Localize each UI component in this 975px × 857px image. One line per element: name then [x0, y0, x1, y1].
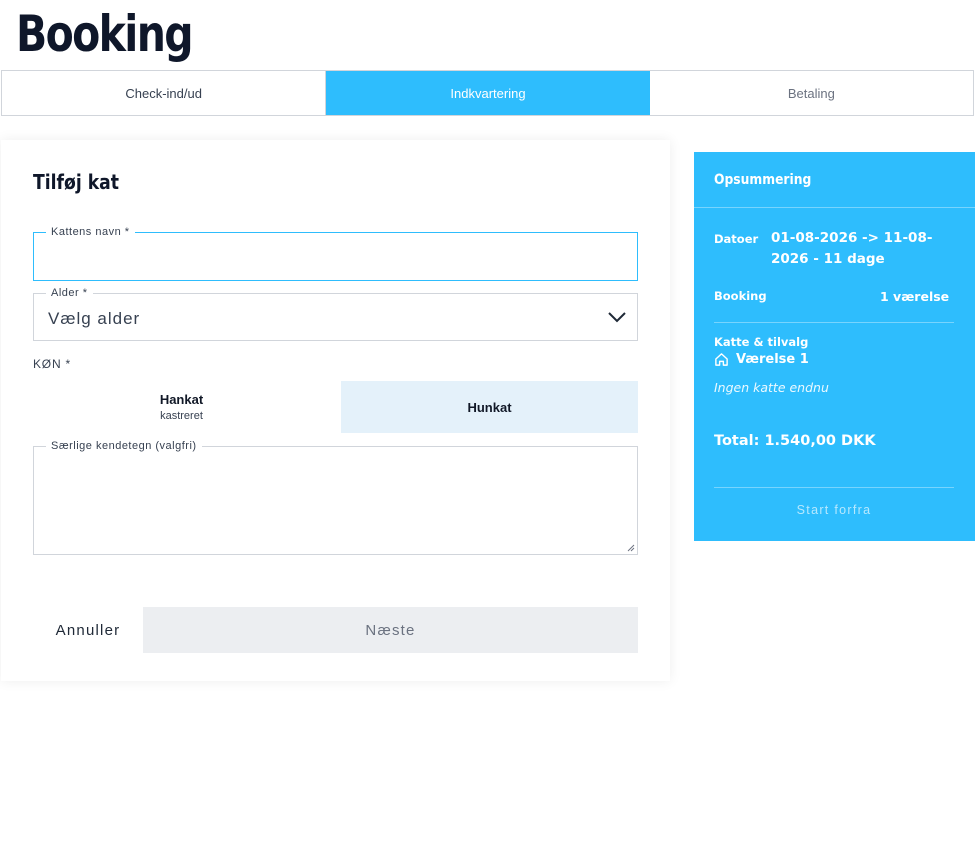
age-label: Alder * [46, 287, 93, 300]
cat-name-label: Kattens navn * [46, 226, 135, 239]
cat-name-input[interactable] [34, 233, 637, 280]
age-select-value: Vælg alder [48, 309, 141, 328]
summary-header: Opsummering [694, 152, 975, 208]
summary-divider [714, 487, 954, 488]
room-line: Værelse 1 [714, 352, 809, 367]
gender-option-female[interactable]: Hunkat [341, 381, 638, 433]
summary-divider [714, 322, 954, 323]
gender-female-title: Hunkat [467, 399, 512, 415]
features-textarea[interactable] [34, 447, 637, 554]
summary-title: Opsummering [714, 172, 812, 188]
restart-button[interactable]: Start forfra [714, 497, 954, 523]
dates-value: 01-08-2026 -> 11-08-2026 - 11 dage [771, 230, 933, 267]
step-check-in-out[interactable]: Check-ind/ud [2, 71, 327, 115]
card-title: Tilføj kat [33, 170, 119, 194]
features-field: Særlige kendetegn (valgfri) [33, 440, 638, 555]
cat-name-field: Kattens navn * [33, 226, 638, 281]
gender-male-title: Hankat [159, 392, 204, 407]
next-button[interactable]: Næste [143, 607, 638, 653]
cancel-button[interactable]: Annuller [33, 607, 143, 653]
resize-handle-icon[interactable] [627, 544, 635, 552]
house-icon [715, 353, 728, 366]
features-label: Særlige kendetegn (valgfri) [46, 440, 202, 453]
no-cats-text: Ingen katte endnu [714, 380, 829, 395]
booking-steps: Check-ind/ud Indkvartering Betaling [1, 70, 974, 116]
step-payment[interactable]: Betaling [649, 71, 973, 115]
chevron-down-icon [608, 312, 626, 323]
summary-panel: Opsummering Datoer 01-08-2026 -> 11-08-2… [694, 152, 975, 541]
room-label: Værelse 1 [736, 352, 809, 367]
step-accommodation[interactable]: Indkvartering [326, 71, 650, 115]
page-title: Booking [16, 5, 194, 63]
booking-value: 1 værelse [880, 289, 950, 304]
booking-label: Booking [714, 289, 767, 303]
dates-label: Datoer [714, 232, 759, 246]
gender-label: KØN * [33, 357, 72, 371]
gender-option-male[interactable]: Hankat kastreret [33, 381, 330, 433]
total-price: Total: 1.540,00 DKK [714, 433, 876, 449]
add-cat-card: Tilføj kat Kattens navn * Alder * Vælg a… [1, 140, 670, 681]
cats-label: Katte & tilvalg [714, 335, 809, 349]
age-select[interactable]: Alder * Vælg alder [33, 287, 638, 341]
gender-male-subtitle: kastreret [160, 410, 203, 422]
